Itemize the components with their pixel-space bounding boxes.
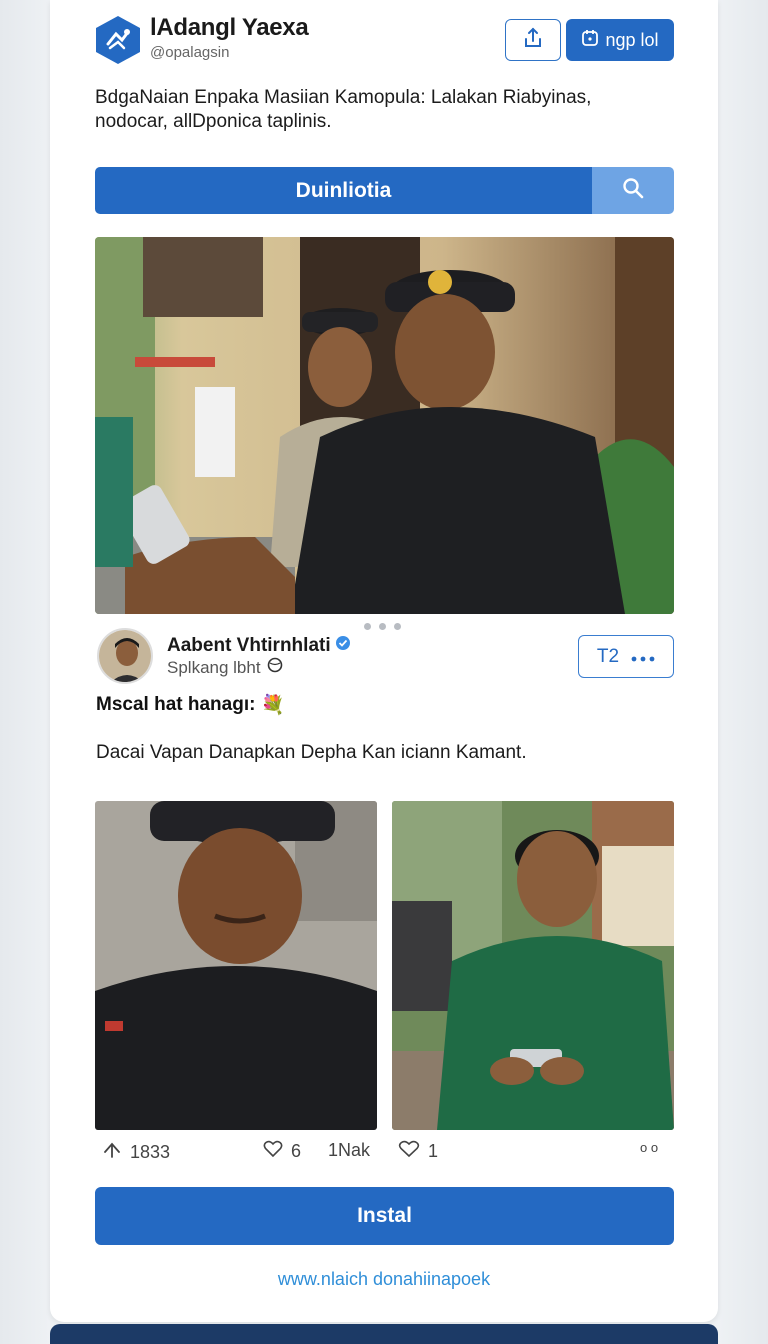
more-stat[interactable]: o o [640,1140,658,1155]
sticker-icon [581,29,599,52]
heart-icon [263,1140,283,1163]
brand-name: lAdangl Yaexa [150,14,309,41]
bouquet-emoji: 💐 [261,695,286,716]
globe-icon [267,657,283,678]
views-label: 1Nak [328,1140,371,1160]
share-button[interactable] [505,19,561,61]
author-subtitle: Splkang lbht [167,657,261,677]
search-icon [621,176,645,205]
comment-stat[interactable]: 1 [398,1140,438,1163]
search-button[interactable] [592,167,674,214]
carousel-dot[interactable] [394,623,401,630]
like-stat[interactable]: 6 [263,1140,301,1163]
author-subtitle-row: Splkang lbht [167,657,283,678]
header-primary-button-label: ngp lol [605,29,659,50]
footer-link[interactable]: www.nlaich donahiinapoek [50,1269,718,1290]
brand-logo-icon[interactable] [94,14,142,66]
gallery-photo-right[interactable] [392,801,674,1130]
bottom-nav-bar [50,1324,718,1344]
verified-badge-icon [335,635,351,657]
header-primary-button[interactable]: ngp lol [566,19,674,61]
author-name-row[interactable]: Aabent Vhtirnhlati [167,635,351,657]
share-count: 1833 [130,1142,171,1162]
post-counter: T2 [596,645,620,667]
views-stat[interactable]: 1Nak [328,1140,370,1161]
share-upload-icon [521,26,545,55]
install-button[interactable]: Instal [95,1187,674,1245]
author-avatar[interactable] [97,628,153,684]
app-card: lAdangl Yaexa @opalagsin ngp lol BdgaNai… [50,0,718,1322]
carousel-indicator[interactable] [364,623,401,630]
tagline: BdgaNaian Enpaka Masiian Kamopula: Lalak… [95,87,592,132]
author-name[interactable]: Aabent Vhtirnhlati [167,635,331,657]
post-body: Dacai Vapan Danapkan Depha Kan iciann Ka… [96,742,527,763]
post-title-row: Mscal hat hanagı: 💐 [96,693,285,717]
like-count: 6 [291,1141,302,1161]
post-options-button[interactable]: T2 [578,635,674,678]
hero-photo[interactable] [95,237,674,614]
gallery-photo-left[interactable] [95,801,377,1130]
carousel-dot[interactable] [364,623,371,630]
comment-count: 1 [428,1141,439,1161]
comment-heart-icon [398,1140,420,1163]
post-title: Mscal hat hanagı: [96,694,256,715]
search-bar[interactable]: Duinliotia [95,167,674,214]
brand-handle: @opalagsin [150,44,230,61]
more-stat-label: o o [640,1140,659,1155]
share-arrow-icon [102,1140,122,1165]
share-stat[interactable]: 1833 [102,1140,170,1165]
search-input[interactable]: Duinliotia [95,167,592,214]
more-dots-icon [631,646,655,668]
carousel-dot[interactable] [379,623,386,630]
